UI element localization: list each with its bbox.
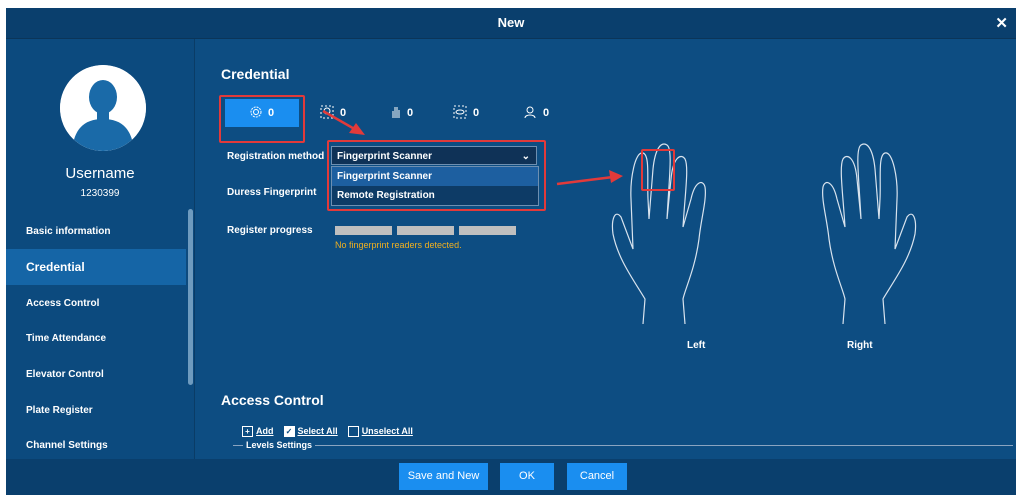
select-all-checkbox[interactable]: ✓ Select All: [283, 426, 338, 438]
user-silhouette-icon: [60, 65, 146, 151]
register-progress-label: Register progress: [227, 225, 313, 236]
right-hand-icon: [822, 143, 917, 325]
credential-heading: Credential: [221, 66, 290, 82]
right-hand-label: Right: [847, 340, 873, 351]
avatar: [60, 65, 146, 151]
person-icon: [523, 105, 537, 122]
access-control-actions: + Add ✓ Select All Unselect All: [242, 426, 413, 438]
tab-palm[interactable]: 0: [391, 99, 413, 127]
warning-text: No fingerprint readers detected.: [335, 240, 462, 250]
plus-icon: +: [242, 426, 253, 438]
background-strip: [0, 0, 1016, 8]
dialog-titlebar: New ✕: [6, 8, 1016, 39]
ok-button[interactable]: OK: [500, 463, 554, 490]
levels-settings-label: Levels Settings: [243, 440, 316, 450]
sidebar-item-time-attendance[interactable]: Time Attendance: [6, 321, 186, 357]
left-hand-label: Left: [687, 340, 706, 351]
annotation-box-finger: [641, 149, 675, 191]
close-icon[interactable]: ✕: [995, 14, 1008, 32]
checkbox-checked-icon: ✓: [283, 426, 295, 438]
user-id: 1230399: [80, 188, 120, 199]
add-button[interactable]: + Add: [242, 426, 274, 438]
checkbox-empty-icon: [347, 426, 359, 438]
sidebar-item-plate-register[interactable]: Plate Register: [6, 393, 186, 429]
sidebar-item-access-control[interactable]: Access Control: [6, 286, 186, 322]
tab-iris[interactable]: 0: [453, 99, 479, 127]
sidebar-item-elevator-control[interactable]: Elevator Control: [6, 357, 186, 393]
unselect-all-checkbox[interactable]: Unselect All: [347, 426, 413, 438]
annotation-box-tab: [219, 95, 305, 143]
progress-segment: [459, 226, 516, 235]
tab-iris-count: 0: [473, 107, 480, 119]
annotation-box-dropdown: [327, 140, 546, 211]
progress-segment: [397, 226, 454, 235]
dialog-title: New: [497, 15, 525, 30]
registration-method-label: Registration method: [227, 151, 325, 162]
dialog-footer: Save and New OK Cancel: [6, 459, 1016, 495]
sidebar: Username 1230399 Basic information Crede…: [6, 39, 195, 459]
tab-person[interactable]: 0: [523, 99, 549, 127]
main-content: Credential 0 0 0 0 0 Registration method…: [195, 39, 1016, 459]
iris-icon: [453, 105, 467, 122]
progress-segment: [335, 226, 392, 235]
levels-divider: [233, 445, 1013, 446]
save-and-new-button[interactable]: Save and New: [399, 463, 488, 490]
tab-face-count: 0: [340, 107, 347, 119]
access-control-heading: Access Control: [221, 392, 324, 408]
username: Username: [65, 165, 135, 182]
tab-face[interactable]: 0: [320, 99, 346, 127]
tab-palm-count: 0: [407, 107, 414, 119]
sidebar-item-basic-information[interactable]: Basic information: [6, 214, 186, 250]
cancel-button[interactable]: Cancel: [567, 463, 627, 490]
face-icon: [320, 105, 334, 122]
palm-icon: [391, 105, 401, 122]
sidebar-item-credential[interactable]: Credential: [6, 249, 186, 285]
sidebar-scrollbar[interactable]: [188, 209, 193, 385]
duress-fingerprint-label: Duress Fingerprint: [227, 187, 317, 198]
new-user-dialog: New ✕ Username 1230399 Basic information…: [6, 8, 1016, 495]
tab-person-count: 0: [543, 107, 550, 119]
